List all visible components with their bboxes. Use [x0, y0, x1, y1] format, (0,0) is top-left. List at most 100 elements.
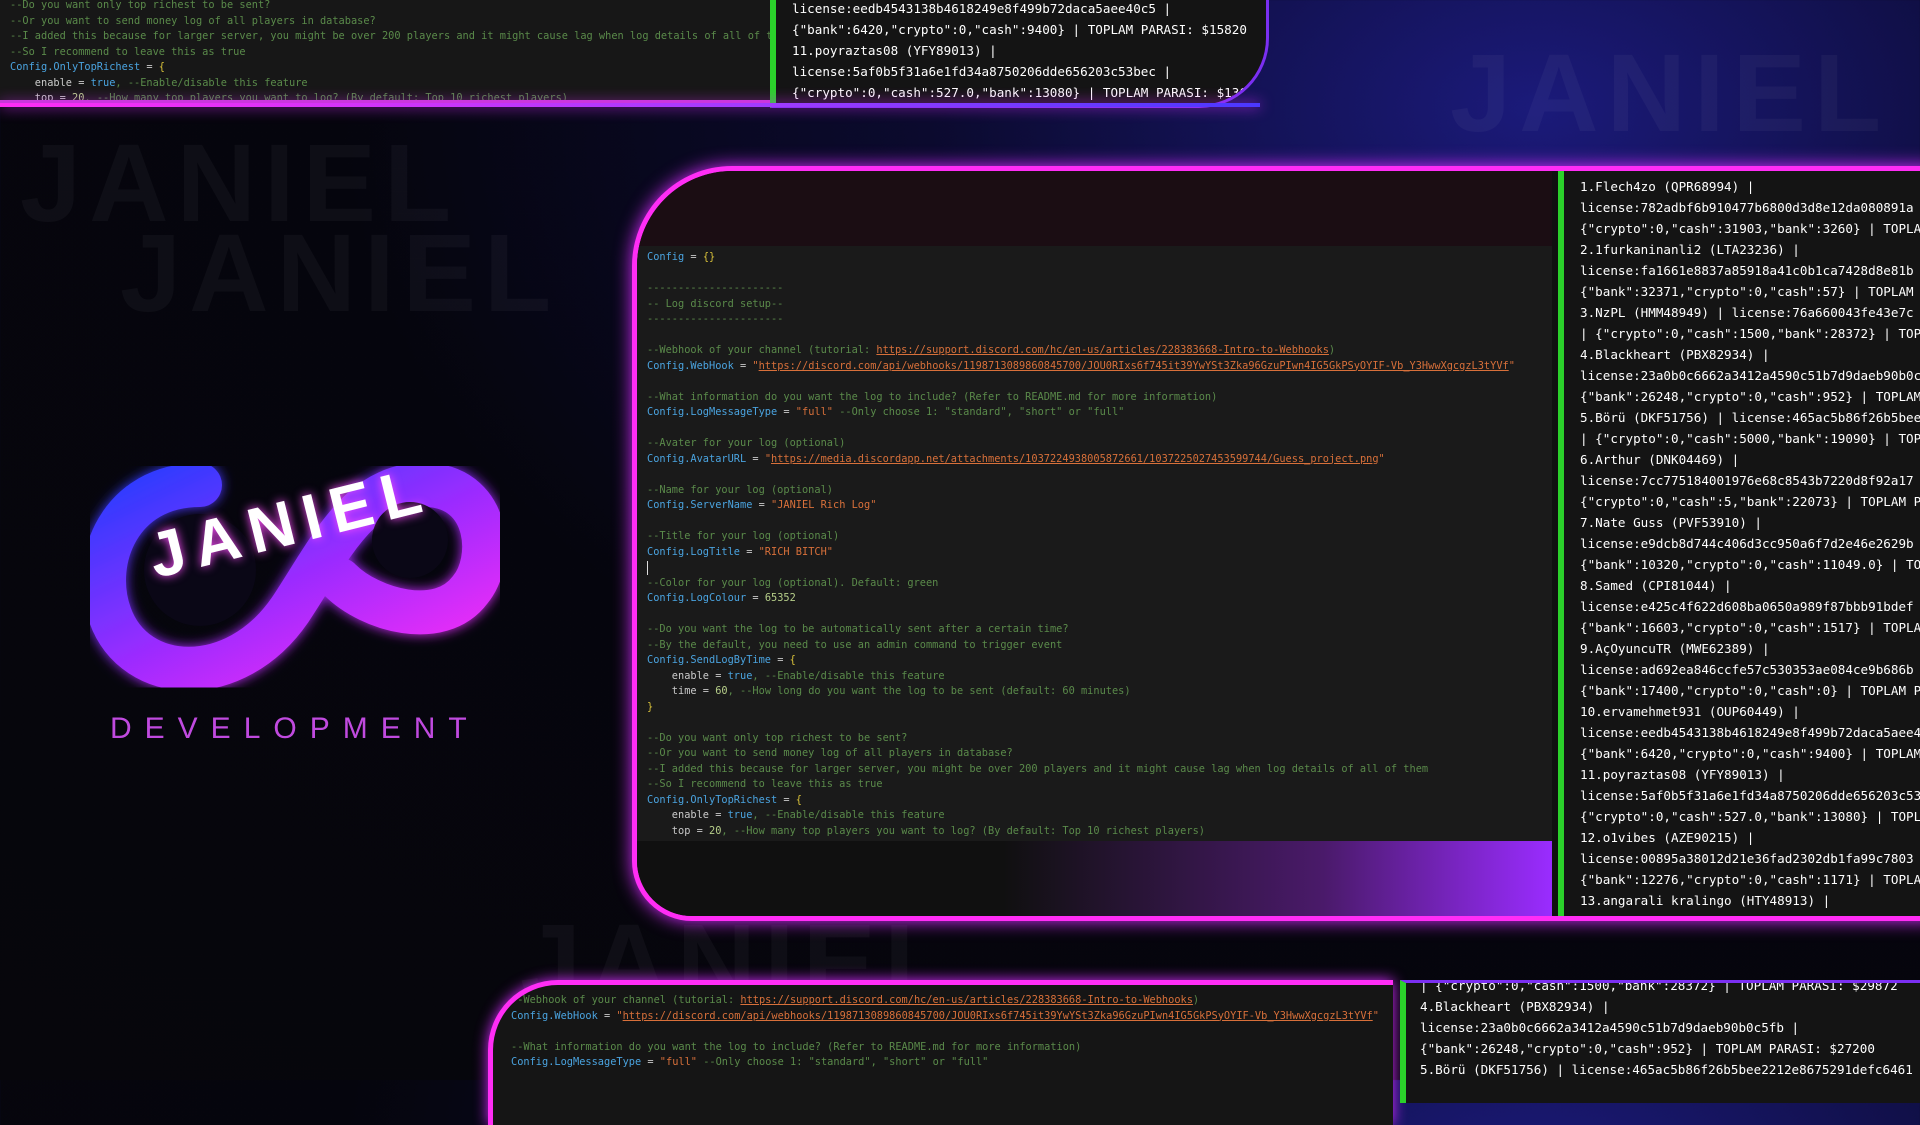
code-token: = — [752, 499, 771, 511]
code-token: = — [777, 406, 796, 418]
code-token: = — [709, 809, 728, 821]
bottom-log-window: | {"crypto":0,"cash":1500,"bank":28372} … — [1400, 980, 1920, 1103]
code-token: "full" — [795, 406, 833, 418]
code-token: { — [789, 654, 796, 666]
code-token: Config — [647, 251, 685, 263]
code-line: --By the default, you need to use an adm… — [647, 638, 1515, 654]
log-line: {"bank":12276,"crypto":0,"cash":1171} | … — [1580, 872, 1920, 887]
editor-titlebar — [637, 171, 1552, 246]
code-token: --Do you want only top richest to be sen… — [647, 731, 908, 744]
log-line: {"bank":6420,"crypto":0,"cash":9400} | T… — [1580, 746, 1920, 761]
code-token: https://support.discord.com/hc/en-us/art… — [876, 344, 1329, 356]
code-token: https://discord.com/api/webhooks/1198713… — [758, 359, 1509, 372]
code-token: { — [795, 793, 802, 806]
code-token: Config.OnlyTopRichest — [10, 61, 141, 73]
log-line: {"crypto":0,"cash":527.0,"bank":13080} |… — [1580, 809, 1920, 824]
code-token: = — [140, 61, 159, 73]
code-line: --Avater for your log (optional) — [647, 436, 1515, 452]
bottom-log-lines: | {"crypto":0,"cash":1500,"bank":28372} … — [1420, 983, 1913, 1080]
code-token: = — [641, 1056, 660, 1068]
log-line: license:e425c4f622d608ba0650a989f87bbb91… — [1580, 599, 1914, 614]
code-token: ) — [1328, 344, 1336, 356]
log-line: | {"crypto":0,"cash":5000,"bank":19090} … — [1580, 431, 1920, 446]
code-line: ---------------------- — [647, 281, 1515, 297]
code-token: --What information do you want the log t… — [511, 1040, 1082, 1053]
bg-watermark-2: JANIEL — [120, 210, 559, 337]
code-token: -- Log discord setup-- — [647, 297, 784, 310]
code-line: --Do you want the log to be automaticall… — [647, 622, 1515, 638]
code-token: --Or you want to send money log of all p… — [10, 14, 376, 27]
code-token: Config.WebHook — [511, 1009, 598, 1022]
log-line: {"bank":32371,"crypto":0,"cash":57} | TO… — [1580, 284, 1914, 299]
code-line: ---------------------- — [647, 312, 1515, 328]
log-line: 5.Börü (DKF51756) | license:465ac5b86f26… — [1580, 410, 1920, 425]
code-token: = — [771, 654, 790, 666]
code-line: Config = {} — [647, 250, 1515, 266]
code-token: --Webhook of your channel (tutorial: — [647, 344, 877, 356]
code-token: --So I recommend to leave this as true — [647, 778, 883, 790]
divider-glow-top — [0, 103, 1260, 107]
log-line: license:fa1661e8837a85918a41c0b1ca7428d8… — [1580, 263, 1914, 278]
code-token: = — [53, 92, 73, 103]
code-line: Config.AvatarURL = "https://media.discor… — [647, 452, 1515, 468]
log-line: license:00895a38012d21e36fad2302db1fa99c… — [1580, 851, 1914, 866]
log-line: {"bank":6420,"crypto":0,"cash":9400} | T… — [792, 22, 1247, 37]
code-line: top = 20, --How many top players you wan… — [10, 91, 775, 103]
code-line: --So I recommend to leave this as true — [647, 777, 1515, 793]
code-token: = — [72, 76, 91, 89]
code-token: Config.AvatarURL — [647, 452, 747, 465]
code-token: --I added this because for larger server… — [647, 762, 1429, 775]
code-token: enable — [647, 809, 709, 821]
code-token: = — [597, 1009, 617, 1022]
log-line: license:5af0b5f31a6e1fd34a8750206dde6562… — [792, 64, 1172, 79]
code-token: "RICH BITCH" — [758, 545, 834, 558]
code-line: Config.LogTitle = "RICH BITCH" — [647, 545, 1515, 561]
code-token: "full" — [659, 1056, 697, 1068]
log-line: 5.Börü (DKF51756) | license:465ac5b86f26… — [1420, 1062, 1913, 1077]
log-line: 10.ervamehmet931 (OUP60449) | — [1580, 704, 1800, 719]
code-token: --Color for your log (optional). Default… — [647, 576, 939, 589]
bottom-code: --Webhook of your channel (tutorial: htt… — [511, 993, 1379, 1071]
code-token: 65352 — [764, 592, 796, 604]
code-token: Config.LogTitle — [647, 545, 740, 558]
code-line: --What information do you want the log t… — [511, 1040, 1379, 1056]
log-line: {"bank":26248,"crypto":0,"cash":952} | T… — [1420, 1041, 1875, 1056]
code-token: enable — [647, 669, 709, 682]
code-line: --Do you want only top richest to be sen… — [10, 0, 775, 14]
code-token: = — [696, 685, 716, 697]
code-line: Config.OnlyTopRichest = { — [10, 60, 775, 76]
log-line: {"crypto":0,"cash":527.0,"bank":13080} |… — [792, 85, 1263, 100]
log-line: license:eedb4543138b4618249e8f499b72daca… — [792, 1, 1172, 16]
log-lines: 1.Flech4zo (QPR68994) | license:782adbf6b… — [1580, 176, 1920, 911]
code-token: https://discord.com/api/webhooks/1198713… — [622, 1009, 1373, 1022]
log-line: 4.Blackheart (PBX82934) | — [1420, 999, 1610, 1014]
code-token: = — [746, 592, 765, 604]
code-token: Config.LogMessageType — [511, 1056, 642, 1068]
code-token: true — [727, 809, 753, 821]
code-token: --What information do you want the log t… — [647, 390, 1218, 403]
code-line: Config.WebHook = "https://discord.com/ap… — [511, 1009, 1379, 1025]
code-token: --By the default, you need to use an adm… — [647, 638, 1063, 651]
code-line: --Or you want to send money log of all p… — [647, 746, 1515, 762]
tagline: DEVELOPMENT — [110, 712, 480, 745]
code-token: ---------------------- — [647, 313, 784, 325]
code-token: top — [647, 824, 691, 837]
log-line: license:7cc775184001976e68c8543b7220d8f9… — [1580, 473, 1914, 488]
code-line: --Color for your log (optional). Default… — [647, 576, 1515, 592]
log-line: {"bank":17400,"crypto":0,"cash":0} | TOP… — [1580, 683, 1920, 698]
code-line: --I added this because for larger server… — [647, 762, 1515, 778]
code-token: , --How many top players you want to log… — [721, 824, 1205, 837]
code-token: " — [1372, 1009, 1379, 1022]
code-token: true — [727, 669, 753, 682]
code-token: --Title for your log (optional) — [647, 530, 840, 542]
editor-code[interactable]: Config = {} ---------------------- -- Log… — [647, 250, 1515, 855]
code-token: --Only choose 1: "standard", "short" or … — [697, 1056, 989, 1068]
code-line: enable = true, --Enable/disable this fea… — [647, 808, 1515, 824]
code-token: , --Enable/disable this feature — [752, 669, 945, 682]
